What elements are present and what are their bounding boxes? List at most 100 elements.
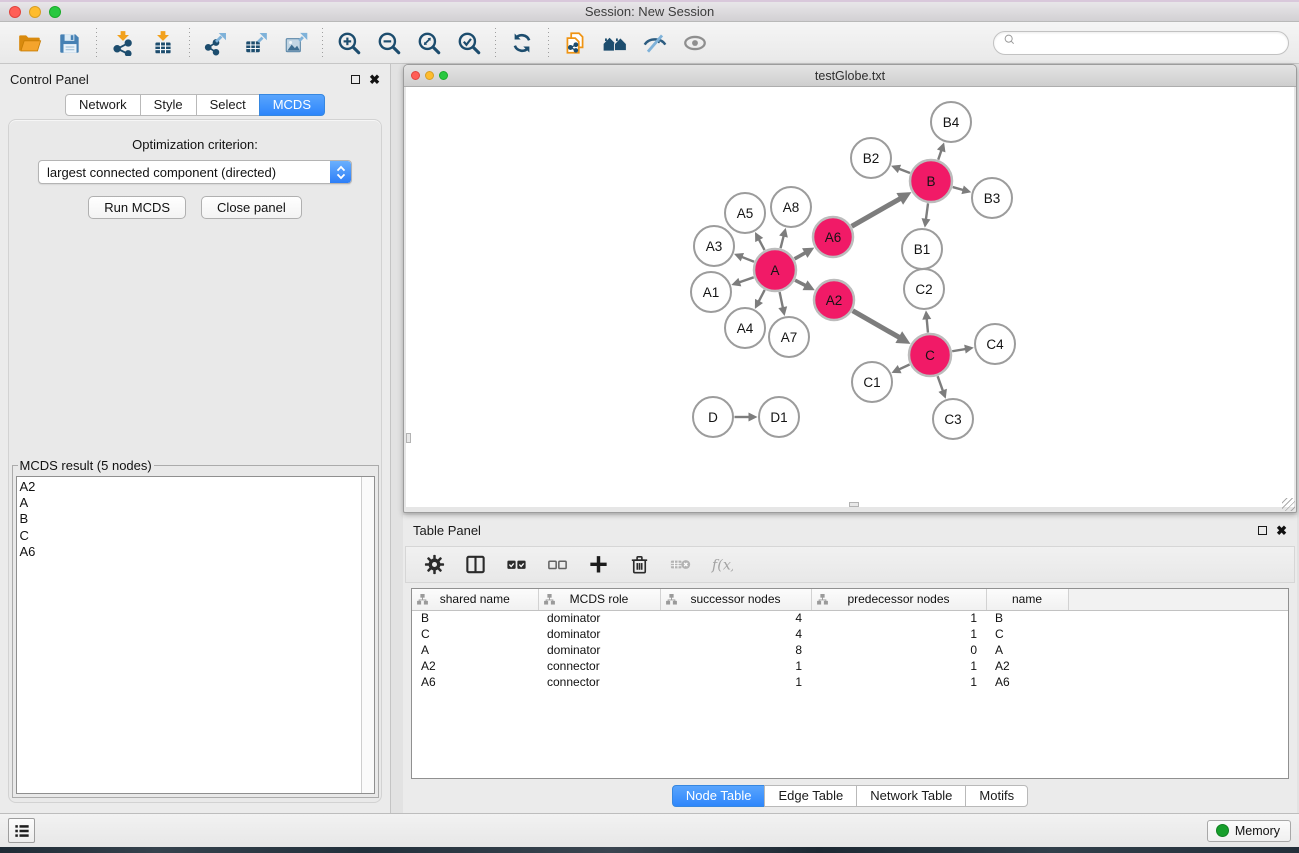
network-node-A7[interactable]: A7 xyxy=(769,317,809,357)
network-edge-B-B3[interactable] xyxy=(953,185,972,194)
network-node-A8[interactable]: A8 xyxy=(771,187,811,227)
mcds-result-scrollbar[interactable] xyxy=(361,477,374,793)
run-mcds-button[interactable]: Run MCDS xyxy=(88,196,186,219)
import-table-button[interactable] xyxy=(143,26,183,60)
network-node-B3[interactable]: B3 xyxy=(972,178,1012,218)
column-header-predecessor-nodes[interactable]: predecessor nodes xyxy=(811,589,986,610)
column-header-shared-name[interactable]: shared name xyxy=(412,589,538,610)
export-table-button[interactable] xyxy=(236,26,276,60)
network-node-B[interactable]: B xyxy=(910,160,952,202)
network-node-C[interactable]: C xyxy=(909,334,951,376)
mcds-result-item[interactable]: A6 xyxy=(20,544,361,560)
table-cell[interactable]: B xyxy=(412,610,538,626)
network-edge-A-A7[interactable] xyxy=(778,292,787,316)
tab-style[interactable]: Style xyxy=(140,94,197,116)
table-cell[interactable]: A2 xyxy=(412,658,538,674)
tab-edge-table[interactable]: Edge Table xyxy=(764,785,857,807)
float-control-panel-button[interactable] xyxy=(351,75,360,84)
table-row[interactable]: Cdominator41C xyxy=(412,626,1288,642)
column-layout-button[interactable] xyxy=(463,553,487,577)
export-network-button[interactable] xyxy=(196,26,236,60)
table-cell[interactable]: B xyxy=(986,610,1068,626)
open-session-button[interactable] xyxy=(10,26,50,60)
tab-motifs[interactable]: Motifs xyxy=(965,785,1028,807)
table-cell[interactable]: C xyxy=(412,626,538,642)
network-node-D1[interactable]: D1 xyxy=(759,397,799,437)
table-cell[interactable]: 1 xyxy=(660,658,811,674)
save-session-button[interactable] xyxy=(50,26,90,60)
network-node-D[interactable]: D xyxy=(693,397,733,437)
import-network-button[interactable] xyxy=(103,26,143,60)
mcds-result-item[interactable]: B xyxy=(20,511,361,527)
zoom-selected-button[interactable] xyxy=(449,26,489,60)
network-edge-A-A5[interactable] xyxy=(755,232,765,250)
table-cell[interactable]: dominator xyxy=(538,610,660,626)
network-edge-A-A2[interactable] xyxy=(795,280,815,290)
network-edge-A-A4[interactable] xyxy=(755,290,765,309)
network-edge-C-C1[interactable] xyxy=(891,364,909,373)
table-cell[interactable]: 8 xyxy=(660,642,811,658)
network-node-A1[interactable]: A1 xyxy=(691,272,731,312)
zoom-out-button[interactable] xyxy=(369,26,409,60)
refresh-view-button[interactable] xyxy=(502,26,542,60)
delete-columns-button[interactable] xyxy=(627,553,651,577)
table-cell[interactable]: A xyxy=(412,642,538,658)
column-header-MCDS-role[interactable]: MCDS role xyxy=(538,589,660,610)
network-node-A4[interactable]: A4 xyxy=(725,308,765,348)
tab-network[interactable]: Network xyxy=(65,94,141,116)
network-edge-A-A1[interactable] xyxy=(731,277,753,286)
table-cell[interactable]: 0 xyxy=(811,642,986,658)
network-node-C3[interactable]: C3 xyxy=(933,399,973,439)
network-edge-B-B4[interactable] xyxy=(937,142,946,159)
task-history-button[interactable] xyxy=(8,818,35,843)
network-edge-A-A6[interactable] xyxy=(795,248,815,259)
mcds-result-item[interactable]: A2 xyxy=(20,479,361,495)
tab-select[interactable]: Select xyxy=(196,94,260,116)
table-cell[interactable]: connector xyxy=(538,674,660,690)
zoom-fit-button[interactable] xyxy=(409,26,449,60)
network-edge-A-A8[interactable] xyxy=(779,228,788,248)
mcds-result-list[interactable]: A2ABCA6 xyxy=(17,477,361,793)
network-node-B4[interactable]: B4 xyxy=(931,102,971,142)
table-cell[interactable]: dominator xyxy=(538,626,660,642)
network-graph[interactable]: AA1A2A3A4A5A6A7A8BB1B2B3B4CC1C2C3C4DD1 xyxy=(406,87,1294,507)
network-node-B1[interactable]: B1 xyxy=(902,229,942,269)
network-node-C4[interactable]: C4 xyxy=(975,324,1015,364)
column-header-successor-nodes[interactable]: successor nodes xyxy=(660,589,811,610)
table-cell[interactable]: dominator xyxy=(538,642,660,658)
network-edge-D-D1[interactable] xyxy=(735,413,758,422)
zoom-in-button[interactable] xyxy=(329,26,369,60)
table-cell[interactable]: 1 xyxy=(660,674,811,690)
tab-network-table[interactable]: Network Table xyxy=(856,785,966,807)
search-input[interactable] xyxy=(1022,36,1280,50)
table-cell[interactable]: 1 xyxy=(811,610,986,626)
network-edge-A6-B[interactable] xyxy=(852,192,912,226)
table-cell[interactable]: A2 xyxy=(986,658,1068,674)
hide-graphics-details-button[interactable] xyxy=(635,26,675,60)
criterion-dropdown[interactable]: largest connected component (directed) xyxy=(38,160,352,184)
select-all-columns-button[interactable] xyxy=(504,553,528,577)
close-control-panel-button[interactable]: ✖ xyxy=(369,75,380,84)
copy-network-style-button[interactable] xyxy=(555,26,595,60)
table-row[interactable]: Adominator80A xyxy=(412,642,1288,658)
column-header-name[interactable]: name xyxy=(986,589,1068,610)
table-cell[interactable]: 1 xyxy=(811,626,986,642)
network-edge-C-C4[interactable] xyxy=(952,345,974,354)
table-row[interactable]: A6connector11A6 xyxy=(412,674,1288,690)
table-row[interactable]: A2connector11A2 xyxy=(412,658,1288,674)
network-window-titlebar[interactable]: testGlobe.txt xyxy=(404,65,1296,87)
network-edge-B-B1[interactable] xyxy=(922,203,931,227)
horizontal-scroll-mark[interactable] xyxy=(849,502,859,507)
network-edge-B-B2[interactable] xyxy=(891,165,910,173)
close-table-panel-button[interactable]: ✖ xyxy=(1276,526,1287,535)
network-edge-A2-C[interactable] xyxy=(853,311,911,344)
network-node-A6[interactable]: A6 xyxy=(813,217,853,257)
network-node-C1[interactable]: C1 xyxy=(852,362,892,402)
table-cell[interactable]: connector xyxy=(538,658,660,674)
create-column-button[interactable] xyxy=(586,553,610,577)
network-node-C2[interactable]: C2 xyxy=(904,269,944,309)
close-mcds-panel-button[interactable]: Close panel xyxy=(201,196,302,219)
table-cell[interactable]: 4 xyxy=(660,626,811,642)
network-node-A2[interactable]: A2 xyxy=(814,280,854,320)
network-node-B2[interactable]: B2 xyxy=(851,138,891,178)
